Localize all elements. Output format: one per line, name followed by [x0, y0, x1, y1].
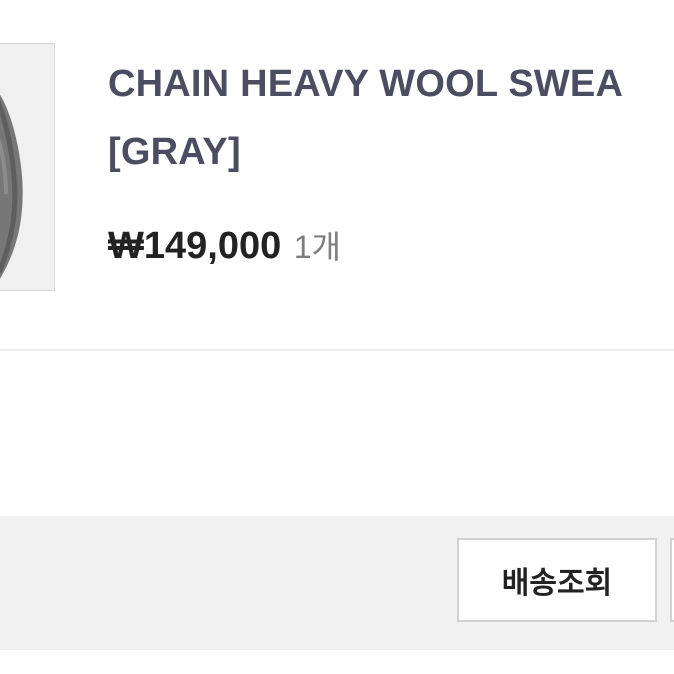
order-action-bar: 배송조회 [0, 516, 674, 650]
next-action-button-edge[interactable] [670, 538, 674, 622]
section-divider [0, 349, 674, 351]
product-name[interactable]: CHAIN HEAVY WOOL SWEA [GRAY] [108, 50, 674, 186]
product-quantity: 1개 [293, 229, 341, 265]
product-name-line-1[interactable]: CHAIN HEAVY WOOL SWEA [108, 50, 674, 118]
order-product-card: CHAIN HEAVY WOOL SWEA [GRAY] ₩149,000 1개 [0, 0, 674, 350]
order-item-page: CHAIN HEAVY WOOL SWEA [GRAY] ₩149,000 1개… [0, 0, 674, 674]
track-delivery-button[interactable]: 배송조회 [457, 538, 657, 622]
product-name-line-2[interactable]: [GRAY] [108, 118, 674, 186]
product-thumbnail[interactable] [0, 43, 55, 291]
product-price: ₩149,000 [108, 225, 282, 267]
price-row: ₩149,000 1개 [108, 222, 341, 268]
sweater-image [0, 44, 54, 290]
